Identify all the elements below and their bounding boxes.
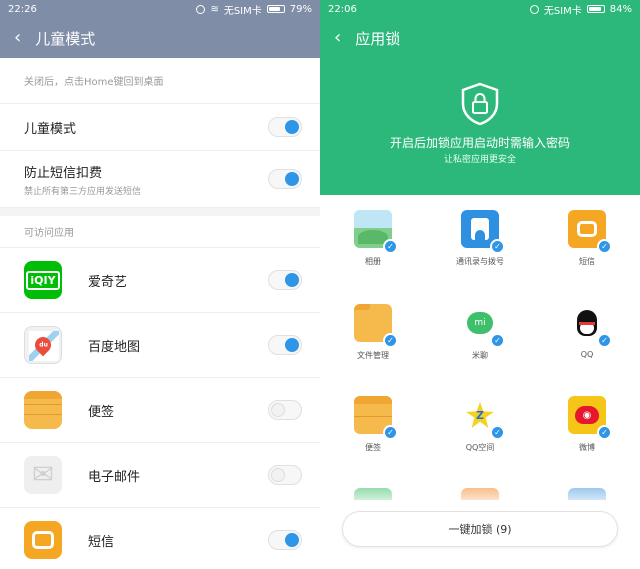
carrier-text: 无SIM卡 (223, 5, 262, 17)
alarm-icon (529, 4, 539, 14)
app-toggle-notes[interactable] (268, 400, 302, 420)
checked-icon: ✓ (490, 333, 505, 348)
battery-percent: 79% (289, 3, 312, 15)
grid-app-weibo[interactable]: ◉ ✓ 微博 (534, 396, 640, 453)
setting-label: 防止短信扣费 (24, 165, 103, 181)
checked-icon: ✓ (490, 425, 505, 440)
alarm-icon (196, 4, 206, 14)
app-label: 便签 (365, 443, 381, 452)
file-manager-icon: ✓ (354, 304, 398, 348)
baidu-map-icon: du (24, 326, 62, 364)
grid-app-contacts[interactable]: ✓ 通讯录与拨号 (427, 210, 533, 267)
app-label: QQ (580, 350, 594, 359)
app-label: 微博 (579, 443, 595, 452)
miliao-icon: mi ✓ (461, 304, 505, 348)
app-label: QQ空间 (465, 443, 495, 452)
lock-all-button[interactable]: 一键加锁 (9) (342, 511, 618, 547)
app-label: 相册 (365, 257, 381, 266)
sms-icon: ✓ (568, 210, 612, 254)
wifi-icon: ≋ (210, 3, 219, 15)
iqiyi-icon: iQIY (24, 261, 62, 299)
grid-app-sms[interactable]: ✓ 短信 (534, 210, 640, 267)
app-row-iqiyi[interactable]: iQIY 爱奇艺 (0, 248, 320, 313)
grid-app-gallery[interactable]: ✓ 相册 (320, 210, 426, 267)
kids-mode-toggle[interactable] (268, 117, 302, 137)
back-arrow-icon[interactable]: ‹ (14, 29, 21, 47)
app-label: 短信 (579, 257, 595, 266)
app-row-baidu-map[interactable]: du 百度地图 (0, 313, 320, 378)
page-title: 应用锁 (355, 29, 401, 48)
app-label: 米聊 (472, 351, 488, 360)
app-toggle-email[interactable] (268, 465, 302, 485)
setting-label: 儿童模式 (24, 121, 77, 137)
contacts-icon: ✓ (461, 210, 505, 254)
battery-icon (586, 5, 605, 13)
app-name: 短信 (88, 534, 115, 550)
app-lock-screen: 22:06 无SIM卡 84% ‹ 应用锁 开启后加锁应用启动时需输入密码 让私… (320, 0, 640, 569)
page-title: 儿童模式 (35, 29, 96, 48)
sms-icon (24, 521, 62, 559)
sms-protection-toggle[interactable] (268, 169, 302, 189)
app-name: 爱奇艺 (88, 274, 128, 290)
app-row-sms[interactable]: 短信 (0, 508, 320, 569)
app-label: 文件管理 (357, 351, 389, 360)
app-toggle-sms[interactable] (268, 530, 302, 550)
gallery-icon: ✓ (354, 210, 398, 254)
setting-description: 禁止所有第三方应用发送短信 (24, 186, 142, 197)
qq-icon: ✓ (568, 304, 612, 348)
checked-icon: ✓ (597, 239, 612, 254)
notes-icon: ✓ (354, 396, 398, 440)
app-lock-header: 22:06 无SIM卡 84% ‹ 应用锁 开启后加锁应用启动时需输入密码 让私… (320, 0, 640, 195)
checked-icon: ✓ (383, 425, 398, 440)
app-row-email[interactable]: ✉ 电子邮件 (0, 443, 320, 508)
setting-kids-mode[interactable]: 儿童模式 (0, 104, 320, 151)
back-arrow-icon[interactable]: ‹ (334, 29, 341, 47)
home-key-hint: 关闭后，点击Home键回到桌面 (0, 58, 320, 104)
shield-lock-icon (461, 82, 499, 126)
app-name: 百度地图 (88, 339, 141, 355)
status-bar: 22:06 无SIM卡 84% (320, 0, 640, 18)
app-toggle-iqiyi[interactable] (268, 270, 302, 290)
app-row-notes[interactable]: 便签 (0, 378, 320, 443)
app-toggle-baidu-map[interactable] (268, 335, 302, 355)
grid-app-file-manager[interactable]: ✓ 文件管理 (320, 304, 426, 361)
email-icon: ✉ (24, 456, 62, 494)
grid-app-qzone[interactable]: Z ✓ QQ空间 (427, 396, 533, 453)
battery-percent: 84% (609, 3, 632, 15)
app-lock-message: 开启后加锁应用启动时需输入密码 (389, 136, 570, 150)
kids-mode-header: 22:26 ≋ 无SIM卡 79% ‹ 儿童模式 (0, 0, 320, 58)
checked-icon: ✓ (383, 239, 398, 254)
kids-mode-screen: 22:26 ≋ 无SIM卡 79% ‹ 儿童模式 关闭后，点击Home键回到桌面… (0, 0, 320, 569)
grid-app-notes[interactable]: ✓ 便签 (320, 396, 426, 453)
status-time: 22:26 (8, 3, 37, 15)
app-lock-submessage: 让私密应用更安全 (443, 155, 516, 165)
carrier-text: 无SIM卡 (543, 5, 582, 17)
checked-icon: ✓ (597, 425, 612, 440)
checked-icon: ✓ (597, 333, 612, 348)
section-divider (0, 208, 320, 216)
checked-icon: ✓ (383, 333, 398, 348)
grid-app-miliao[interactable]: mi ✓ 米聊 (427, 304, 533, 361)
qzone-icon: Z ✓ (461, 396, 505, 440)
battery-icon (266, 5, 285, 13)
section-header: 可访问应用 (0, 216, 320, 248)
setting-sms-protection[interactable]: 防止短信扣费 禁止所有第三方应用发送短信 (0, 151, 320, 208)
app-label: 通讯录与拨号 (456, 257, 504, 266)
app-name: 便签 (88, 404, 115, 420)
status-time: 22:06 (328, 3, 357, 15)
notes-icon (24, 391, 62, 429)
weibo-icon: ◉ ✓ (568, 396, 612, 440)
status-bar: 22:26 ≋ 无SIM卡 79% (0, 0, 320, 18)
grid-app-qq[interactable]: ✓ QQ (534, 304, 640, 359)
app-name: 电子邮件 (88, 469, 141, 485)
checked-icon: ✓ (490, 239, 505, 254)
